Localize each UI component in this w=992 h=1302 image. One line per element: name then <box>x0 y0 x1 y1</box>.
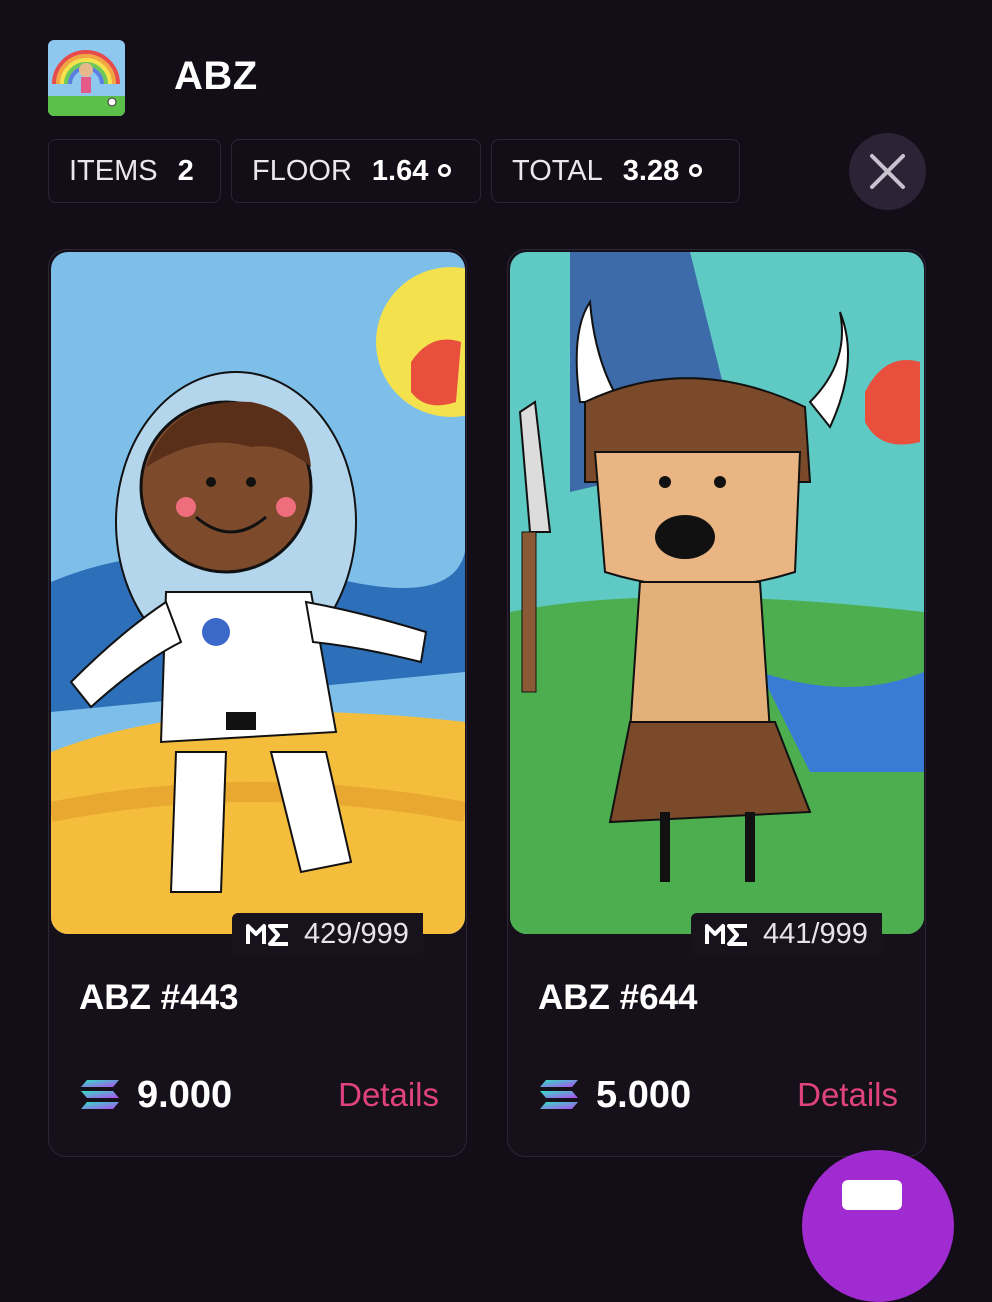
price-value: 5.000 <box>596 1073 692 1116</box>
nft-name: ABZ #644 <box>538 978 698 1017</box>
rarity-rank: 441/999 <box>763 917 868 950</box>
nft-image[interactable] <box>51 252 465 934</box>
nft-name: ABZ #443 <box>79 978 239 1017</box>
details-link[interactable]: Details <box>338 1072 439 1118</box>
coin-icon <box>438 163 452 177</box>
collection-title: ABZ <box>174 54 258 98</box>
magic-eden-icon <box>246 924 288 946</box>
close-button[interactable] <box>849 133 926 210</box>
nft-card[interactable]: 429/999 ABZ #443 9.000 Details <box>48 249 467 1157</box>
total-label: TOTAL <box>512 154 603 187</box>
cart-icon <box>842 1180 902 1210</box>
rarity-rank: 429/999 <box>304 917 409 950</box>
price-row: 9.000 Details <box>79 1072 439 1118</box>
details-link[interactable]: Details <box>797 1072 898 1118</box>
price-row: 5.000 Details <box>538 1072 898 1118</box>
solana-icon <box>81 1080 119 1109</box>
floor-value: 1.64 <box>371 154 429 187</box>
nft-image[interactable] <box>510 252 924 934</box>
total-stat: TOTAL 3.28 <box>491 139 740 203</box>
rarity-rank-badge: 429/999 <box>232 913 423 955</box>
coin-icon <box>689 163 703 177</box>
items-stat: ITEMS 2 <box>48 139 221 203</box>
solana-icon <box>540 1080 578 1109</box>
cart-fab-button[interactable] <box>802 1150 954 1302</box>
floor-label: FLOOR <box>252 154 352 187</box>
price-value: 9.000 <box>137 1073 233 1116</box>
items-label: ITEMS <box>69 154 158 187</box>
close-icon <box>870 154 905 189</box>
rarity-rank-badge: 441/999 <box>691 913 882 955</box>
total-value: 3.28 <box>622 154 680 187</box>
nft-card[interactable]: 441/999 ABZ #644 5.000 Details <box>507 249 926 1157</box>
magic-eden-icon <box>705 924 747 946</box>
items-value: 2 <box>177 154 194 187</box>
collection-avatar[interactable] <box>48 40 125 116</box>
floor-stat: FLOOR 1.64 <box>231 139 481 203</box>
